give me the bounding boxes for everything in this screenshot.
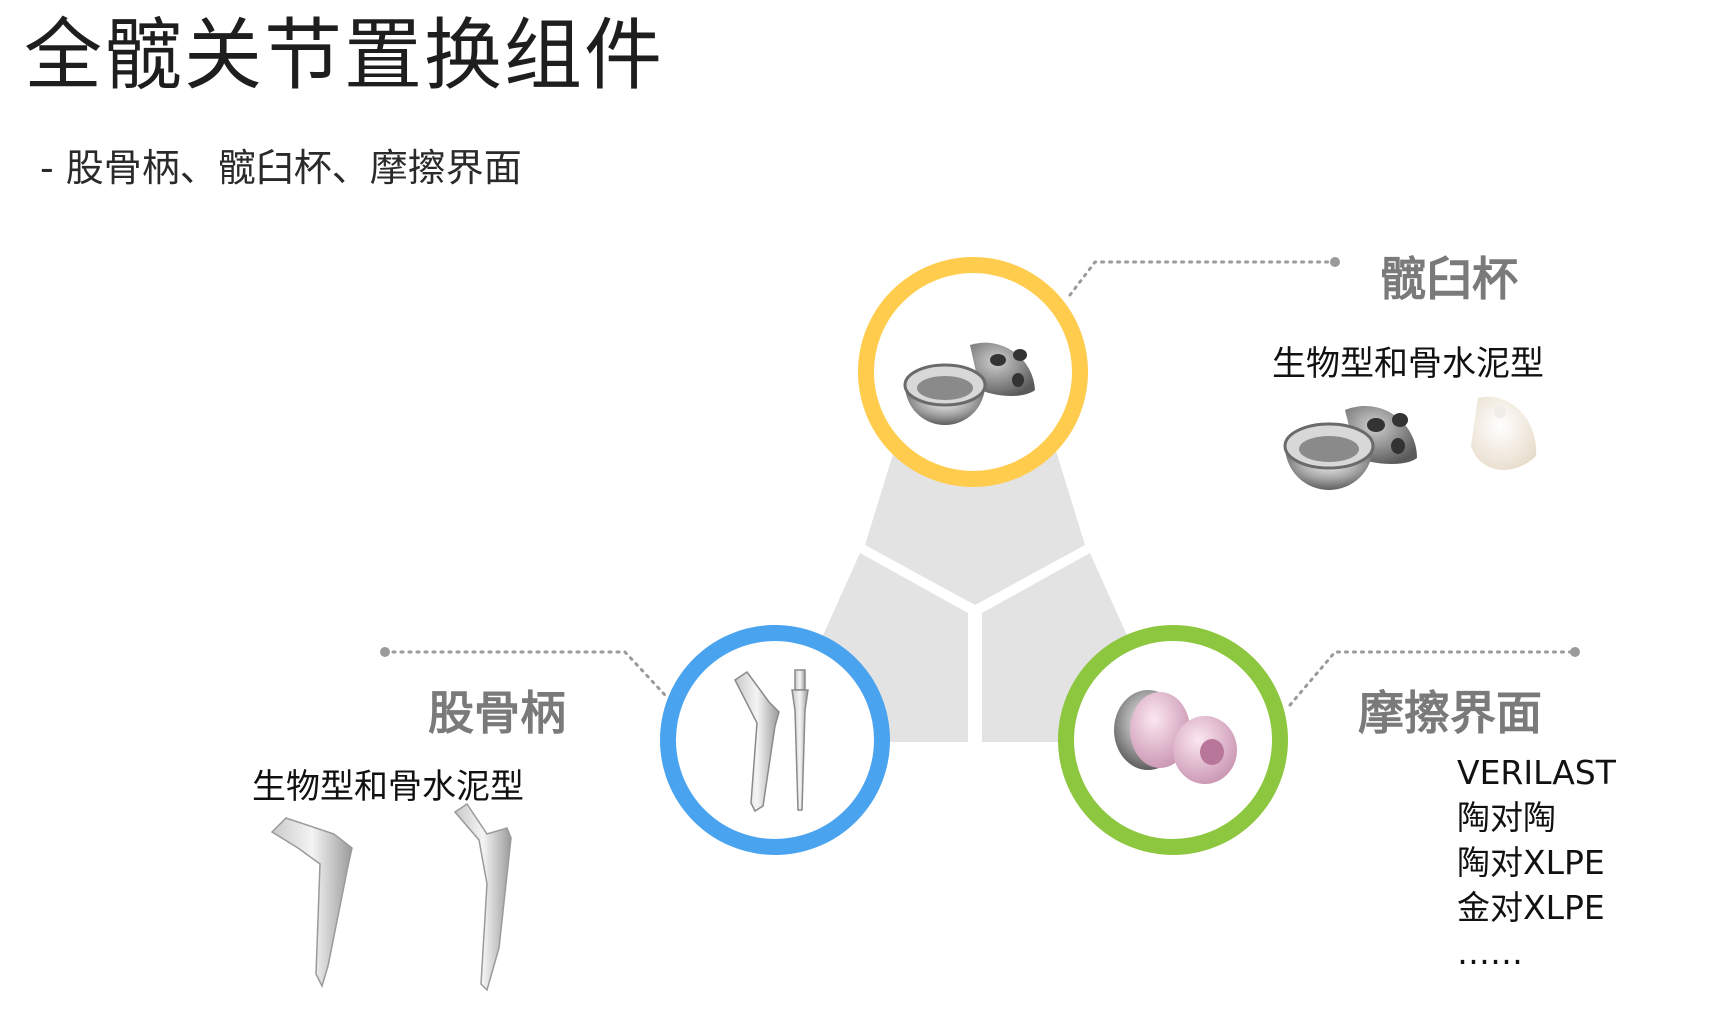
leader-dot-cup: [1330, 257, 1340, 267]
bearing-option: VERILAST: [1457, 753, 1616, 792]
bearing-surface-list: VERILAST 陶对陶 陶对XLPE 金对XLPE ……: [1457, 750, 1616, 975]
leader-dot-stem: [380, 647, 390, 657]
leader-dot-bearing: [1570, 647, 1580, 657]
page-subtitle: - 股骨柄、髋臼杯、摩擦界面: [40, 146, 522, 190]
acetabular-cup-heading: 髋臼杯: [1380, 252, 1518, 306]
acetabular-cup-description: 生物型和骨水泥型: [1272, 344, 1544, 384]
bearing-option: 陶对XLPE: [1457, 843, 1605, 882]
bearing-option: ……: [1457, 933, 1523, 972]
femoral-stem-description: 生物型和骨水泥型: [252, 767, 524, 807]
acetabular-cup-side-image: [1283, 396, 1537, 490]
femoral-stem-side-image: [270, 802, 512, 992]
femoral-stem-heading: 股骨柄: [428, 686, 566, 740]
stem-ring: [660, 625, 890, 855]
bearing-option: 金对XLPE: [1457, 888, 1605, 927]
leader-line-cup: [1068, 260, 1337, 297]
bearing-option: 陶对陶: [1457, 798, 1556, 837]
bearing-surface-heading: 摩擦界面: [1358, 686, 1542, 740]
page-title: 全髋关节置换组件: [24, 11, 665, 101]
